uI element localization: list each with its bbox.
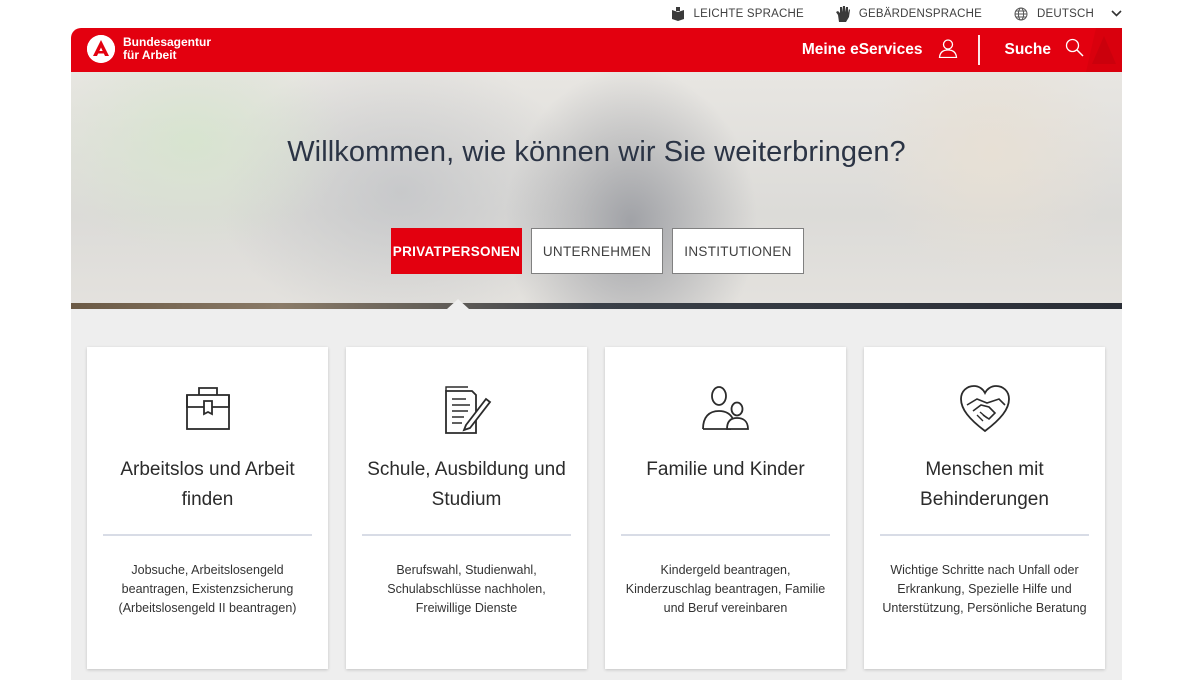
language-label: DEUTSCH [1037,8,1094,20]
user-icon [938,38,958,63]
card-description: Berufswahl, Studienwahl, Schulabschlüsse… [387,563,546,615]
active-tab-pointer [447,299,469,309]
easy-language-label: LEICHTE SPRACHE [693,8,804,20]
eservices-button[interactable]: Meine eServices [802,38,979,63]
utility-bar: LEICHTE SPRACHE GEBÄRDENSPRACHE DEUTSCH [70,0,1122,28]
content-area: Arbeitslos und Arbeit finden Jobsuche, A… [71,309,1122,680]
card-title: Arbeitslos und Arbeit finden [120,459,295,510]
card-divider [103,534,312,536]
easy-language-link[interactable]: LEICHTE SPRACHE [671,7,804,21]
sign-language-link[interactable]: GEBÄRDENSPRACHE [835,6,982,22]
search-button[interactable]: Suche [980,38,1084,62]
brand-line-2: für Arbeit [123,48,177,62]
card-description: Jobsuche, Arbeitslosengeld beantragen, E… [118,563,297,615]
card-title: Familie und Kinder [646,459,805,480]
globe-icon [1014,7,1028,21]
card-schule[interactable]: Schule, Ausbildung und Studium Berufswah… [346,347,587,669]
tab-institutionen[interactable]: INSTITUTIONEN [672,228,804,274]
heart-handshake-icon [864,385,1105,433]
tab-unternehmen[interactable]: UNTERNEHMEN [531,228,663,274]
hero-title: Willkommen, wie können wir Sie weiterbri… [287,136,906,168]
card-divider [880,534,1089,536]
card-title: Menschen mit Behinderungen [920,459,1049,510]
card-behinderungen[interactable]: Menschen mit Behinderungen Wichtige Schr… [864,347,1105,669]
audience-tabs: PRIVATPERSONEN UNTERNEHMEN INSTITUTIONEN [391,228,804,274]
card-description: Wichtige Schritte nach Unfall oder Erkra… [882,563,1087,615]
nav-divider [978,35,981,65]
sign-language-label: GEBÄRDENSPRACHE [858,8,982,20]
book-icon [671,7,685,21]
ba-logo-icon [87,35,115,63]
document-pen-icon [346,385,587,435]
briefcase-icon [87,385,328,431]
card-divider [362,534,571,536]
brand-logo[interactable]: Bundesagentur für Arbeit [87,35,211,63]
hero-banner: Willkommen, wie können wir Sie weiterbri… [71,72,1122,309]
card-description: Kindergeld beantragen, Kinderzuschlag be… [625,563,826,615]
header-decoration [1086,28,1122,72]
card-divider [621,534,830,536]
chevron-down-icon [1111,8,1122,20]
tab-privatpersonen[interactable]: PRIVATPERSONEN [391,228,522,274]
header-nav: Meine eServices Suche [802,28,1084,72]
hand-icon [835,6,850,22]
card-title: Schule, Ausbildung und Studium [367,459,566,510]
card-familie[interactable]: Familie und Kinder Kindergeld beantragen… [605,347,846,669]
site-header: Bundesagentur für Arbeit Meine eServices… [71,28,1122,72]
card-arbeitslos[interactable]: Arbeitslos und Arbeit finden Jobsuche, A… [87,347,328,669]
language-selector[interactable]: DEUTSCH [1014,7,1122,21]
brand-name: Bundesagentur für Arbeit [123,36,211,62]
search-label: Suche [1004,41,1051,58]
eservices-label: Meine eServices [801,41,923,58]
family-icon [605,385,846,431]
